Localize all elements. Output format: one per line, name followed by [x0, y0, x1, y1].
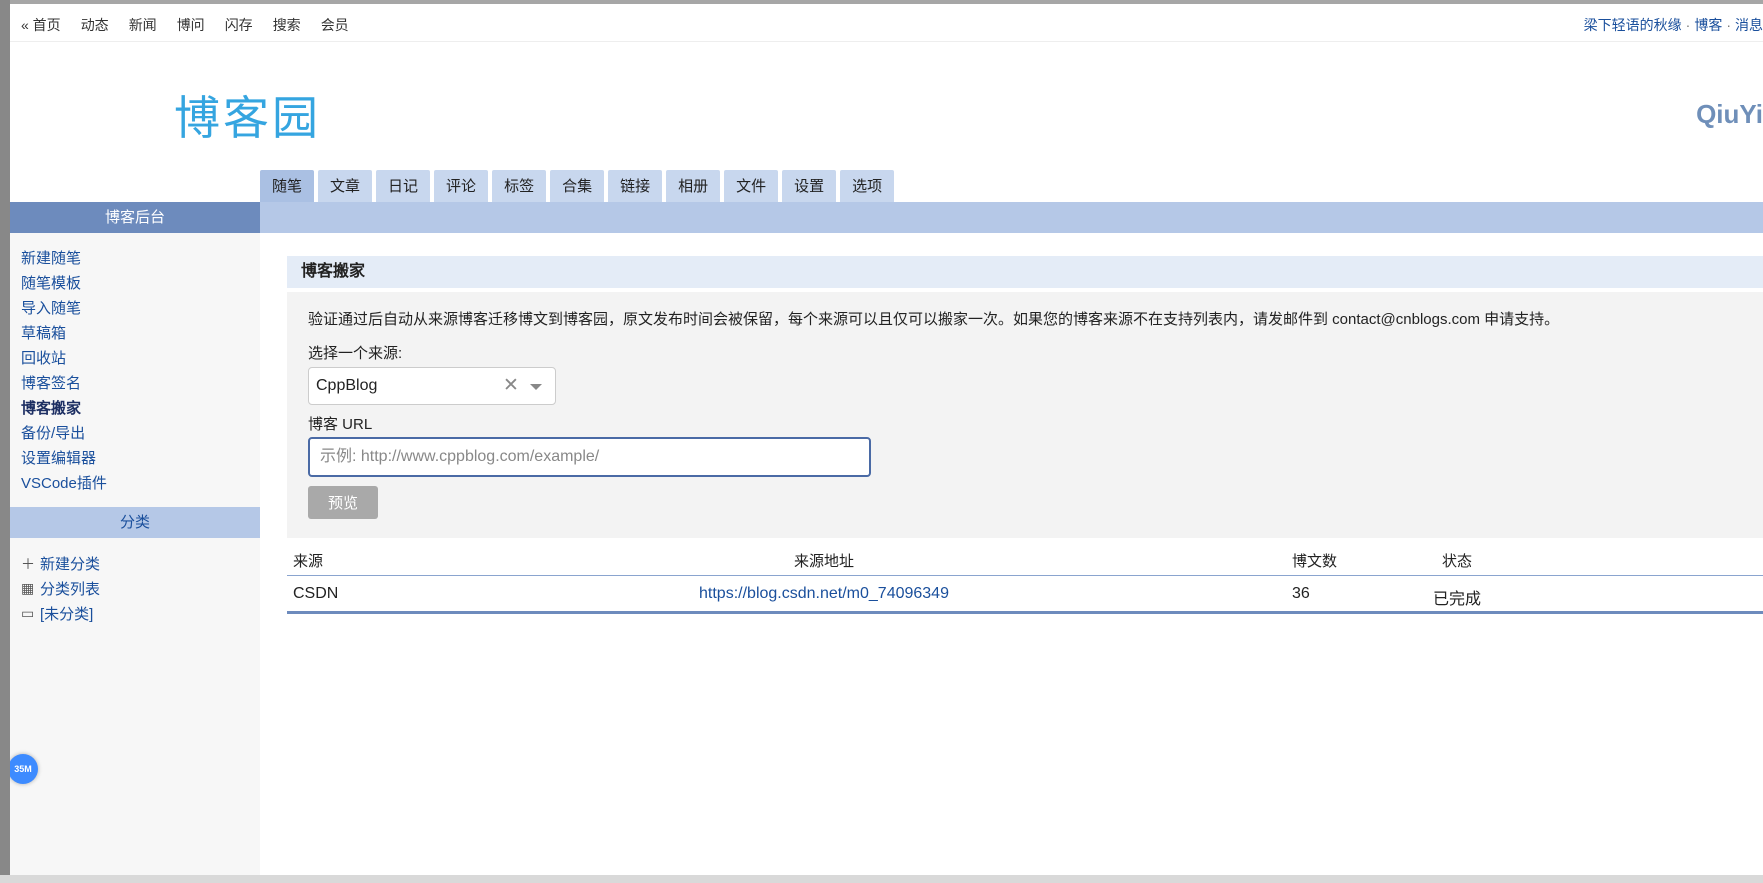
source-select[interactable]: CppBlog ✕	[308, 367, 556, 405]
migration-form: 验证通过后自动从来源博客迁移博文到博客园，原文发布时间会被保留，每个来源可以且仅…	[287, 292, 1763, 538]
table-header: 来源 来源地址 博文数 状态	[287, 540, 1763, 576]
source-select-value: CppBlog	[316, 377, 378, 394]
panel-title: 博客搬家	[287, 256, 1763, 288]
sidebar-item-recycle-bin[interactable]: 回收站	[21, 346, 260, 371]
row-status: 已完成	[1432, 591, 1482, 608]
nav-questions-link[interactable]: 博问	[177, 15, 205, 35]
user-link[interactable]: 梁下轻语的秋缘	[1584, 17, 1682, 33]
nav-search-link[interactable]: 搜索	[273, 15, 301, 35]
tab-settings[interactable]: 设置	[782, 170, 837, 202]
sidebar-item-post-templates[interactable]: 随笔模板	[21, 271, 260, 296]
sidebar-item-blog-migration[interactable]: 博客搬家	[21, 396, 260, 421]
category-list-label: 分类列表	[40, 581, 101, 598]
separator: ·	[1726, 17, 1731, 33]
column-header-source: 来源	[293, 553, 324, 570]
top-nav-links: « 首页 动态 新闻 博问 闪存 搜索 会员	[21, 15, 369, 35]
sidebar-item-vscode-plugin[interactable]: VSCode插件	[21, 471, 260, 496]
tab-articles[interactable]: 文章	[318, 170, 373, 202]
sidebar-item-backup-export[interactable]: 备份/导出	[21, 421, 260, 446]
row-source: CSDN	[293, 585, 339, 602]
window-left-border	[0, 0, 10, 883]
uncategorized-label: [未分类]	[40, 606, 94, 623]
tab-tags[interactable]: 标签	[492, 170, 547, 202]
sidebar-title: 博客后台	[10, 202, 260, 233]
page: « 首页 动态 新闻 博问 闪存 搜索 会员 梁下轻语的秋缘 · 博客 · 消息 博客园…	[10, 4, 1763, 875]
column-header-url: 来源地址	[793, 553, 855, 570]
nav-news-feed-link[interactable]: 动态	[81, 15, 109, 35]
tab-collections[interactable]: 合集	[550, 170, 605, 202]
preview-button[interactable]: 预览	[308, 486, 378, 519]
blog-url-input[interactable]	[308, 437, 871, 477]
tab-comments[interactable]: 评论	[434, 170, 489, 202]
sidebar: 博客后台 新建随笔 随笔模板 导入随笔 草稿箱 回收站 博客签名 博客搬家 备份…	[10, 202, 260, 875]
tab-files[interactable]: 文件	[724, 170, 779, 202]
category-menu: ＋ 新建分类 ▦ 分类列表 ▭ [未分类]	[10, 538, 260, 626]
tab-diary[interactable]: 日记	[376, 170, 431, 202]
new-category-label: 新建分类	[40, 556, 101, 573]
top-nav-user: 梁下轻语的秋缘 · 博客 · 消息	[1584, 15, 1763, 35]
column-header-count: 博文数	[1292, 553, 1338, 570]
window-bottom-border	[0, 875, 1763, 883]
sidebar-item-drafts[interactable]: 草稿箱	[21, 321, 260, 346]
site-logo[interactable]: 博客园	[174, 82, 321, 148]
tab-albums[interactable]: 相册	[666, 170, 721, 202]
migration-description: 验证通过后自动从来源博客迁移博文到博客园，原文发布时间会被保留，每个来源可以且仅…	[308, 311, 1560, 328]
tab-links[interactable]: 链接	[608, 170, 663, 202]
row-url-link[interactable]: https://blog.csdn.net/m0_74096349	[699, 585, 949, 602]
clear-icon[interactable]: ✕	[503, 374, 519, 397]
top-nav: « 首页 动态 新闻 博问 闪存 搜索 会员 梁下轻语的秋缘 · 博客 · 消息	[10, 4, 1763, 42]
tab-posts[interactable]: 随笔	[260, 170, 315, 202]
separator: ·	[1685, 17, 1691, 33]
uncategorized-item[interactable]: ▭ [未分类]	[21, 601, 260, 626]
row-count: 36	[1292, 585, 1310, 602]
column-header-status: 状态	[1441, 553, 1473, 570]
blog-owner-name: QiuYi	[1696, 99, 1763, 129]
sidebar-item-signature[interactable]: 博客签名	[21, 371, 260, 396]
new-category-item[interactable]: ＋ 新建分类	[21, 551, 260, 576]
list-icon: ▦	[21, 580, 35, 596]
row-url-cell: https://blog.csdn.net/m0_74096349	[699, 585, 949, 603]
sidebar-item-new-post[interactable]: 新建随笔	[21, 246, 260, 271]
nav-flash-link[interactable]: 闪存	[225, 15, 253, 35]
nav-news-link[interactable]: 新闻	[129, 15, 157, 35]
migration-table: 来源 来源地址 博文数 状态 CSDN https://blog.csdn.ne…	[287, 540, 1763, 614]
plus-icon: ＋	[21, 555, 35, 572]
url-label: 博客 URL	[308, 416, 373, 433]
category-title: 分类	[10, 507, 260, 538]
table-row: CSDN https://blog.csdn.net/m0_74096349 3…	[287, 576, 1763, 614]
nav-home-link[interactable]: « 首页	[21, 15, 61, 35]
sidebar-item-import-posts[interactable]: 导入随笔	[21, 296, 260, 321]
source-label: 选择一个来源:	[308, 345, 403, 362]
messages-link[interactable]: 消息	[1735, 17, 1763, 33]
tab-bar	[260, 202, 1763, 233]
category-list-item[interactable]: ▦ 分类列表	[21, 576, 260, 601]
nav-member-link[interactable]: 会员	[321, 15, 349, 35]
sidebar-item-editor-settings[interactable]: 设置编辑器	[21, 446, 260, 471]
chevron-down-icon[interactable]	[530, 384, 542, 390]
logo-text: 博客园	[174, 91, 321, 145]
my-blog-link[interactable]: 博客	[1694, 17, 1722, 33]
tab-options[interactable]: 选项	[840, 170, 895, 202]
folder-icon: ▭	[21, 605, 35, 621]
sidebar-menu: 新建随笔 随笔模板 导入随笔 草稿箱 回收站 博客签名 博客搬家 备份/导出 设…	[10, 233, 260, 496]
admin-tabs: 随笔 文章 日记 评论 标签 合集 链接 相册 文件 设置 选项	[260, 170, 895, 202]
